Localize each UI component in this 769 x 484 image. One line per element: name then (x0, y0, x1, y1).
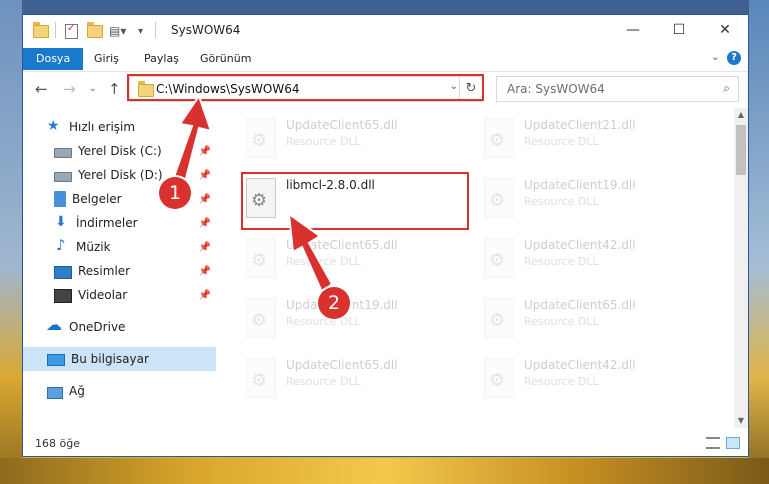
step-1-badge: 1 (159, 177, 191, 209)
annotation-arrows (168, 93, 334, 294)
arrow-2-icon (287, 211, 334, 294)
arrow-1-icon (168, 93, 213, 192)
step-2-badge: 2 (318, 287, 350, 319)
